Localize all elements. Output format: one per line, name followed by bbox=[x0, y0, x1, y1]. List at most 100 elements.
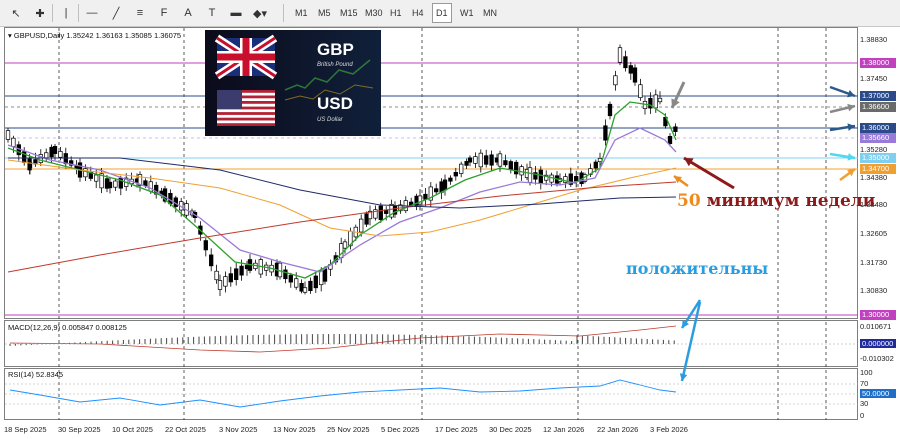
candle-body bbox=[593, 161, 598, 169]
candle-body bbox=[527, 167, 533, 183]
time-axis-tick: 3 Feb 2026 bbox=[650, 425, 688, 434]
chart-header: ▾ GBPUSD,Daily 1.35242 1.36163 1.35085 1… bbox=[8, 31, 181, 40]
candle-body bbox=[617, 47, 623, 63]
candle-body bbox=[657, 97, 663, 103]
rsi-axis-tick: 50.0000 bbox=[860, 389, 896, 398]
candle-body bbox=[143, 180, 148, 187]
time-axis-tick: 22 Jan 2026 bbox=[597, 425, 639, 434]
price-axis-tick: 1.30830 bbox=[860, 286, 888, 295]
candle-body bbox=[519, 166, 524, 176]
candle-body bbox=[453, 172, 458, 177]
candle-body bbox=[484, 155, 489, 165]
positive-annotation: положительны bbox=[626, 259, 769, 278]
arrow-darkred-icon bbox=[683, 156, 735, 190]
price-level-badge: 1.38000 bbox=[860, 58, 896, 68]
candle-body bbox=[378, 205, 383, 221]
candle-body bbox=[107, 181, 113, 189]
candle-body bbox=[359, 218, 364, 233]
candle-body bbox=[613, 75, 618, 86]
chart-canvas[interactable] bbox=[0, 0, 900, 439]
price-axis-tick: 1.37450 bbox=[860, 74, 888, 83]
candle-body bbox=[673, 126, 678, 132]
week-min-annotation-text: 50 минимум недели bbox=[677, 191, 875, 211]
time-axis-tick: 17 Dec 2025 bbox=[435, 425, 478, 434]
time-axis-tick: 18 Sep 2025 bbox=[4, 425, 47, 434]
candle-body bbox=[209, 254, 214, 267]
chart-symbol: GBPUSD,Daily bbox=[13, 31, 65, 40]
price-level-badge: 1.35000 bbox=[860, 153, 896, 163]
candle-body bbox=[113, 180, 118, 188]
rsi-axis-tick: 100 bbox=[860, 368, 873, 377]
candle-body bbox=[217, 280, 223, 290]
candle-body bbox=[574, 176, 579, 182]
time-axis-tick: 25 Nov 2025 bbox=[327, 425, 370, 434]
rsi-label: RSI(14) 52.8345 bbox=[8, 370, 64, 379]
chart-ohlc: 1.35242 1.36163 1.35085 1.36075 bbox=[66, 31, 182, 40]
arrow-blue-rsi-icon-head bbox=[679, 373, 688, 381]
candle-body bbox=[228, 273, 233, 283]
currency-flags-banner: GBP British Pound USD US Dollar bbox=[205, 30, 381, 136]
time-axis-tick: 30 Sep 2025 bbox=[58, 425, 101, 434]
time-axis-tick: 3 Nov 2025 bbox=[219, 425, 258, 434]
candle-body bbox=[638, 84, 643, 99]
candle-body bbox=[603, 125, 608, 141]
candle-body bbox=[283, 269, 288, 280]
candle-body bbox=[58, 151, 63, 158]
time-axis-tick: 5 Dec 2025 bbox=[381, 425, 420, 434]
rsi-axis-tick: 0 bbox=[860, 411, 865, 420]
candle-body bbox=[538, 169, 543, 184]
candle-body bbox=[473, 156, 478, 164]
symbol-arrow-icon: ▾ bbox=[8, 31, 12, 40]
macd-axis-tick: -0.010302 bbox=[860, 354, 894, 363]
price-level-badge: 1.36000 bbox=[860, 123, 896, 133]
candle-body bbox=[607, 103, 613, 117]
candle-body bbox=[497, 153, 503, 167]
candle-body bbox=[667, 135, 673, 145]
price-level-badge: 1.34700 bbox=[860, 164, 896, 174]
candle-body bbox=[467, 157, 473, 163]
candle-body bbox=[308, 280, 313, 292]
macd-axis-tick: 0.010671 bbox=[860, 322, 892, 331]
pair-top-label: GBP bbox=[317, 40, 354, 59]
week-min-annotation: 50 минимум недели bbox=[677, 191, 875, 211]
macd-axis-tick: 0.000000 bbox=[860, 339, 896, 348]
pair-top-sublabel: British Pound bbox=[317, 62, 353, 68]
rsi-axis-tick: 70 bbox=[860, 379, 869, 388]
candle-body bbox=[322, 268, 328, 282]
price-level-badge: 1.37000 bbox=[860, 91, 896, 101]
candle-body bbox=[632, 67, 638, 83]
candle-body bbox=[52, 146, 58, 154]
price-axis-tick: 1.31730 bbox=[860, 258, 888, 267]
time-axis-tick: 22 Oct 2025 bbox=[165, 425, 206, 434]
candle-body bbox=[63, 153, 68, 165]
candle-body bbox=[223, 276, 228, 287]
candle-body bbox=[302, 287, 308, 293]
candle-body bbox=[489, 154, 494, 166]
candle-body bbox=[288, 274, 293, 283]
us-flag-icon bbox=[217, 90, 275, 126]
candle-body bbox=[94, 174, 99, 182]
candle-body bbox=[508, 161, 513, 170]
time-axis-tick: 30 Dec 2025 bbox=[489, 425, 532, 434]
flags-graphic bbox=[205, 30, 381, 136]
price-axis-tick: 1.38830 bbox=[860, 35, 888, 44]
candle-body bbox=[239, 265, 244, 276]
uk-flag-icon bbox=[214, 34, 278, 80]
price-axis-tick: 1.32605 bbox=[860, 229, 888, 238]
price-level-badge: 1.35660 bbox=[860, 133, 896, 143]
candle-body bbox=[434, 188, 439, 193]
candle-body bbox=[83, 168, 88, 178]
candle-body bbox=[459, 163, 464, 174]
time-axis-tick: 12 Jan 2026 bbox=[543, 425, 585, 434]
candle-body bbox=[234, 268, 239, 280]
price-level-badge: 1.30000 bbox=[860, 310, 896, 320]
candle-body bbox=[423, 193, 428, 200]
week-min-number: 50 bbox=[677, 191, 701, 211]
price-axis-tick: 1.34380 bbox=[860, 173, 888, 182]
candle-body bbox=[11, 137, 16, 147]
candle-body bbox=[628, 65, 633, 74]
macd-label: MACD(12,26,9) 0.005847 0.008125 bbox=[8, 323, 127, 332]
moving-average-red bbox=[7, 181, 677, 273]
candle-body bbox=[319, 270, 324, 286]
candle-body bbox=[203, 240, 208, 251]
